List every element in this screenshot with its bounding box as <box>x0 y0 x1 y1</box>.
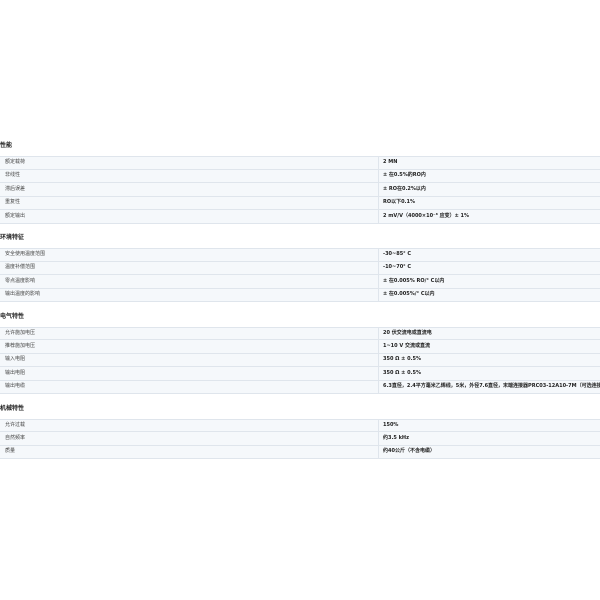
spec-label: 输出温度的影响 <box>0 288 379 301</box>
spec-label: 质量 <box>0 445 379 458</box>
spec-table: 安全使用温度范围 -30~85° C 温度补偿范围 -10~70° C 零点温度… <box>0 248 600 302</box>
spec-value: ± 在0.005%/° C以内 <box>383 291 435 298</box>
table-row: 允许过载 150% <box>0 418 600 432</box>
spec-label: 非线性 <box>0 169 379 182</box>
spec-label: 自然频率 <box>0 432 379 445</box>
spec-label: 额定载荷 <box>0 157 379 169</box>
spec-value: ± RO在0.2%以内 <box>383 185 426 192</box>
spec-label: 推荐施加电压 <box>0 340 379 353</box>
section-electrical: 电气特性 允许施加电压 20 伏交流电或直流电 推荐施加电压 1~10 V 交流… <box>0 311 600 394</box>
section-title: 性能 <box>0 142 13 149</box>
table-row: 推荐施加电压 1~10 V 交流或直流 <box>0 340 600 354</box>
spec-value: 2 mV/V（4000×10⁻⁶ 应变）± 1% <box>383 212 470 219</box>
spec-label: 安全使用温度范围 <box>0 249 379 261</box>
spec-value: 2 MN <box>383 159 398 166</box>
spec-value: RO以下0.1% <box>383 199 415 206</box>
table-row: 输出电缆 6.3直径，2.4平方毫米乙烯线，5米，外径7.6直径，末端连接器PR… <box>0 380 600 394</box>
spec-label: 允许施加电压 <box>0 327 379 339</box>
spec-sheet: 性能 额定载荷 2 MN 非线性 ± 在0.5%的RO内 滞后误差 ± RO在0… <box>0 140 600 468</box>
section-performance: 性能 额定载荷 2 MN 非线性 ± 在0.5%的RO内 滞后误差 ± RO在0… <box>0 140 600 224</box>
table-row: 输出电阻 350 Ω ± 0.5% <box>0 367 600 381</box>
spec-value: 20 伏交流电或直流电 <box>383 329 432 336</box>
table-row: 温度补偿范围 -10~70° C <box>0 261 600 275</box>
spec-label: 滞后误差 <box>0 183 379 196</box>
spec-value: 350 Ω ± 0.5% <box>383 356 421 363</box>
spec-label: 重复性 <box>0 196 379 209</box>
table-row: 安全使用温度范围 -30~85° C <box>0 248 600 262</box>
spec-label: 输出电阻 <box>0 367 379 380</box>
spec-label: 温度补偿范围 <box>0 261 379 274</box>
spec-label: 允许过载 <box>0 419 379 431</box>
spec-table: 允许施加电压 20 伏交流电或直流电 推荐施加电压 1~10 V 交流或直流 输… <box>0 326 600 394</box>
section-mechanical: 机械特性 允许过载 150% 自然频率 约3.5 kHz 质量 约40公斤（不含… <box>0 403 600 459</box>
table-row: 额定输出 2 mV/V（4000×10⁻⁶ 应变）± 1% <box>0 210 600 224</box>
table-row: 输入电阻 350 Ω ± 0.5% <box>0 353 600 367</box>
spec-label: 额定输出 <box>0 210 379 223</box>
spec-label: 输入电阻 <box>0 353 379 366</box>
section-title: 环境特征 <box>0 234 25 241</box>
table-row: 额定载荷 2 MN <box>0 156 600 170</box>
spec-table: 允许过载 150% 自然频率 约3.5 kHz 质量 约40公斤（不含电缆） <box>0 418 600 459</box>
spec-value: 1~10 V 交流或直流 <box>383 342 430 349</box>
spec-value: -30~85° C <box>383 251 412 258</box>
section-title: 电气特性 <box>0 312 25 320</box>
table-row: 滞后误差 ± RO在0.2%以内 <box>0 183 600 197</box>
spec-value: 约40公斤（不含电缆） <box>383 448 435 455</box>
spec-value: 350 Ω ± 0.5% <box>383 369 421 376</box>
spec-value: ± 在0.5%的RO内 <box>383 172 426 179</box>
table-row: 输出温度的影响 ± 在0.005%/° C以内 <box>0 288 600 302</box>
table-row: 自然频率 约3.5 kHz <box>0 432 600 446</box>
spec-value: 6.3直径，2.4平方毫米乙烯线，5米，外径7.6直径，末端连接器PRC03-1… <box>383 383 600 390</box>
section-environment: 环境特征 安全使用温度范围 -30~85° C 温度补偿范围 -10~70° C… <box>0 232 600 302</box>
spec-label: 输出电缆 <box>0 380 379 393</box>
spec-value: 约3.5 kHz <box>383 434 410 441</box>
spec-label: 零点温度影响 <box>0 275 379 288</box>
table-row: 非线性 ± 在0.5%的RO内 <box>0 169 600 183</box>
table-row: 重复性 RO以下0.1% <box>0 196 600 210</box>
spec-value: -10~70° C <box>383 264 412 271</box>
section-title: 机械特性 <box>0 404 25 412</box>
table-row: 零点温度影响 ± 在0.005% RO/° C以内 <box>0 275 600 289</box>
table-row: 允许施加电压 20 伏交流电或直流电 <box>0 326 600 340</box>
spec-value: ± 在0.005% RO/° C以内 <box>383 277 445 284</box>
table-row: 质量 约40公斤（不含电缆） <box>0 445 600 459</box>
spec-value: 150% <box>383 421 399 428</box>
spec-table: 额定载荷 2 MN 非线性 ± 在0.5%的RO内 滞后误差 ± RO在0.2%… <box>0 156 600 224</box>
